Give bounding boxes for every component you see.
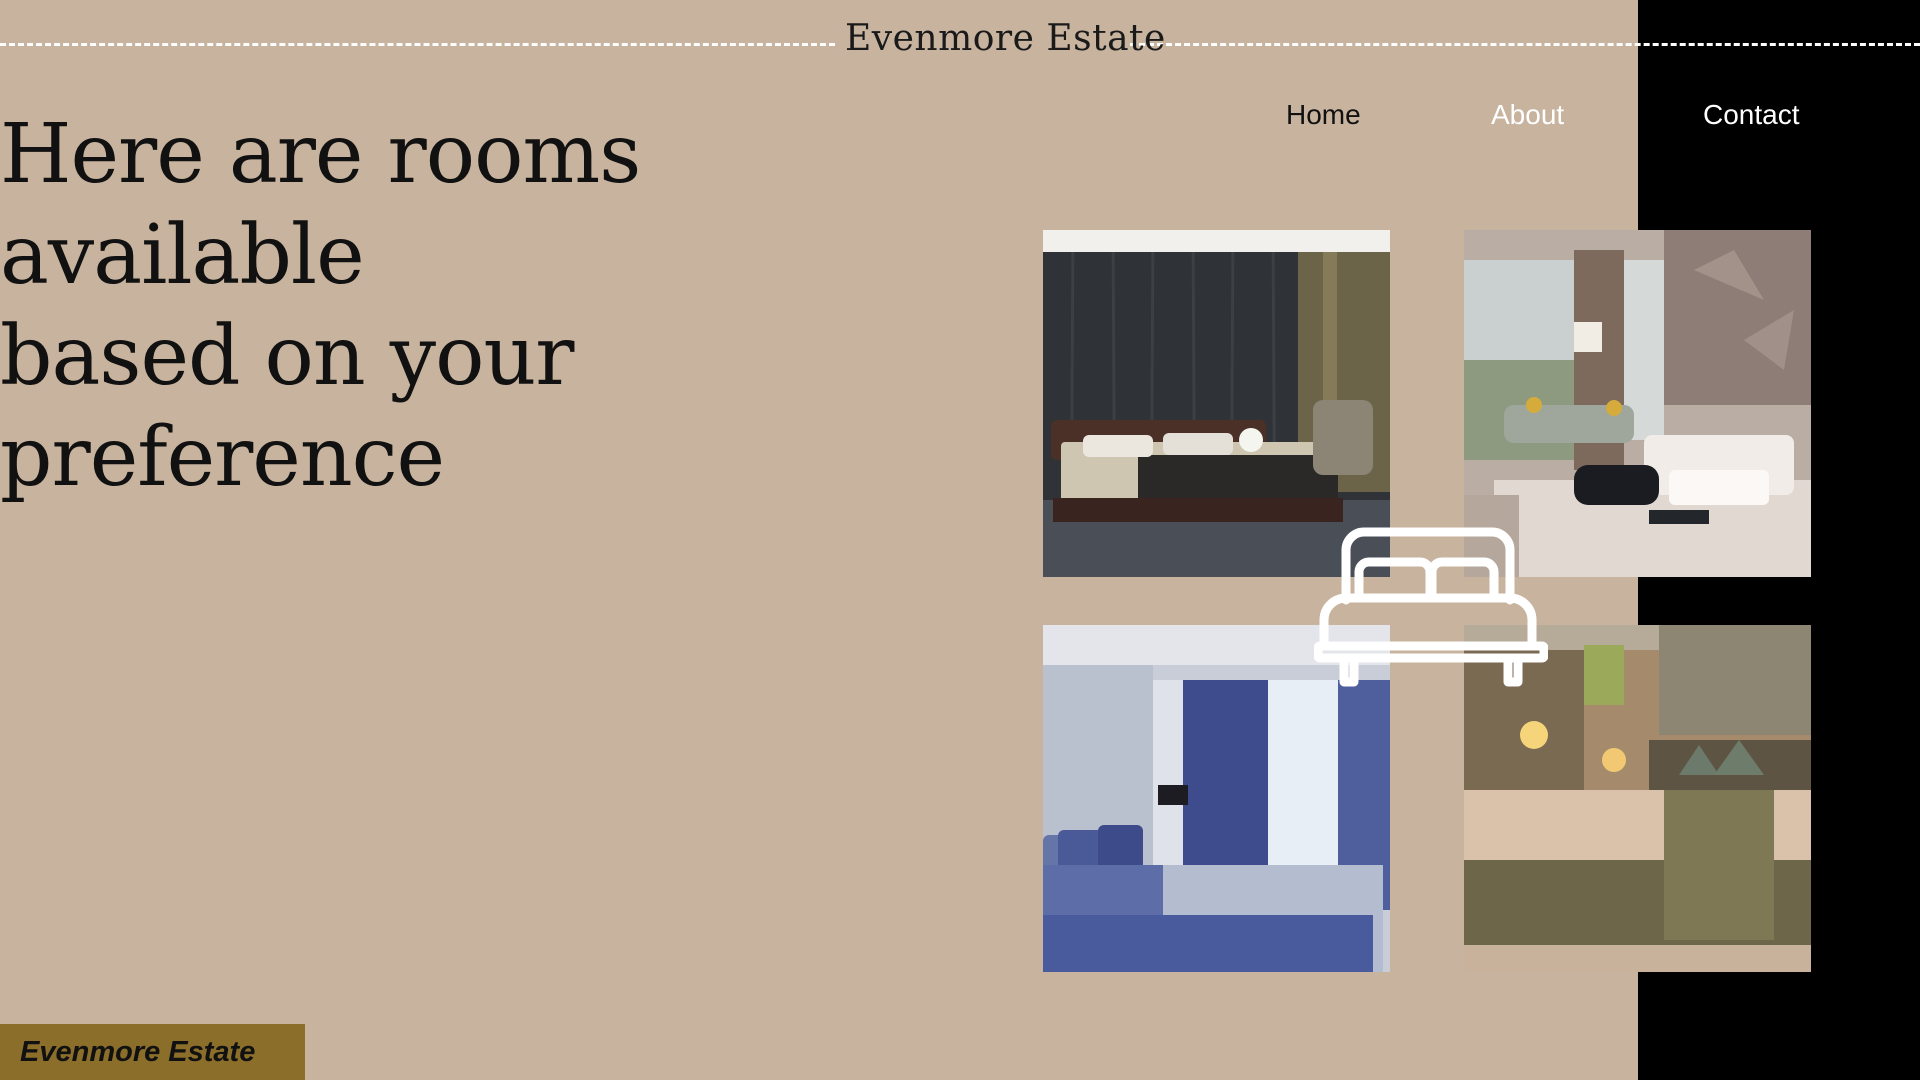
footer-brand-label: Evenmore Estate [20, 1036, 256, 1068]
dashed-divider-right [1130, 43, 1920, 46]
dashed-divider-left [0, 43, 835, 46]
headline-line-2: based on your preference [0, 309, 574, 505]
nav-home-link[interactable]: Home [1286, 99, 1361, 131]
footer-brand-badge: Evenmore Estate [0, 1024, 305, 1080]
nav-about-link[interactable]: About [1491, 99, 1564, 131]
headline-line-1: Here are rooms available [0, 107, 641, 303]
brand-title: Evenmore Estate [845, 18, 1166, 59]
nav-contact-link[interactable]: Contact [1703, 99, 1800, 131]
bed-icon [1314, 527, 1548, 687]
page-headline: Here are rooms available based on your p… [0, 104, 1010, 508]
